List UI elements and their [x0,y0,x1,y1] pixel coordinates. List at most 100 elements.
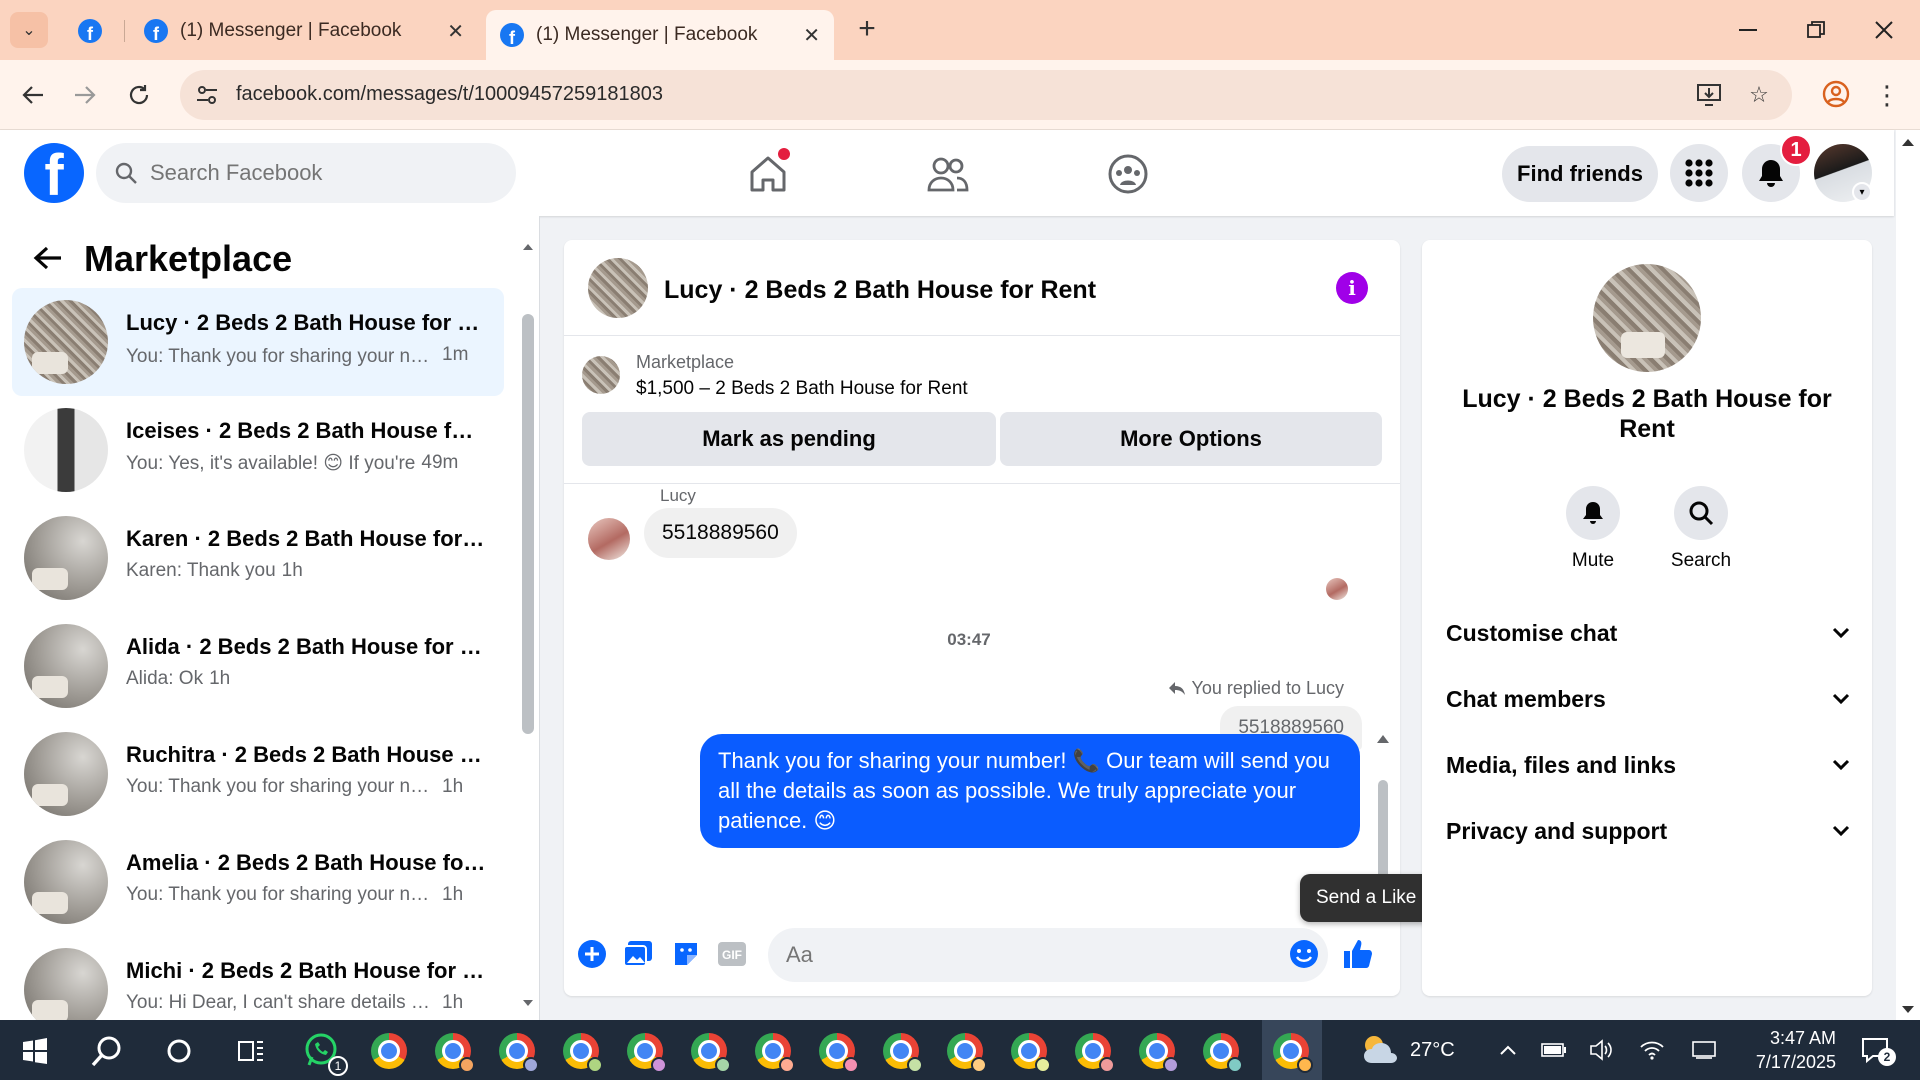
photo-icon[interactable] [620,936,656,972]
browser-menu-icon[interactable]: ⋮ [1870,76,1904,114]
volume-icon[interactable] [1586,1034,1618,1066]
back-arrow-icon[interactable] [14,76,52,114]
chrome-profile-icon[interactable] [1006,1028,1052,1074]
find-friends-button[interactable]: Find friends [1502,146,1658,202]
address-bar[interactable]: facebook.com/messages/t/1000945725918180… [180,70,1792,120]
mute-action[interactable]: Mute [1548,486,1638,572]
facebook-search-input[interactable] [150,160,510,186]
thumbs-up-like-icon[interactable] [1340,936,1376,972]
browser-tab-1[interactable]: f (1) Messenger | Facebook ✕ [130,10,478,52]
wifi-icon[interactable] [1636,1034,1668,1066]
customise-chat-row[interactable]: Customise chat [1446,608,1850,658]
tab-close-icon[interactable]: ✕ [447,19,464,44]
site-settings-icon[interactable] [194,82,220,108]
message-input[interactable] [768,928,1328,982]
chat-avatar[interactable] [588,258,648,318]
privacy-support-row[interactable]: Privacy and support [1446,806,1850,856]
incoming-message[interactable]: 5518889560 [644,508,797,558]
whatsapp-icon[interactable]: 1 [300,1028,348,1076]
sticker-icon[interactable] [668,936,704,972]
chrome-profile-icon[interactable] [494,1028,540,1074]
search-action[interactable]: Search [1656,486,1746,572]
chrome-profile-icon[interactable] [1198,1028,1244,1074]
more-options-button[interactable]: More Options [1000,412,1382,466]
search-icon[interactable] [1674,486,1728,540]
chrome-profile-icon[interactable] [1818,76,1854,112]
chat-scroll-up-arrow[interactable] [1376,732,1390,744]
friends-icon[interactable] [920,146,976,202]
chevron-down-icon [1832,627,1850,639]
conversation-item[interactable]: Iceises · 2 Beds 2 Bath House for Rent Y… [12,396,504,504]
conversation-preview: Karen: Thank you 1h [126,560,486,582]
emoji-icon[interactable] [1286,936,1322,972]
info-icon[interactable]: i [1336,272,1368,304]
minimize-icon[interactable] [1728,10,1768,50]
plus-circle-icon[interactable] [574,936,610,972]
reload-icon[interactable] [120,76,158,114]
gif-icon[interactable]: GIF [714,936,750,972]
chat-header: Lucy · 2 Beds 2 Bath House for Rent i [564,240,1400,336]
chrome-profile-icon[interactable] [558,1028,604,1074]
tab-search-chevron-icon[interactable]: ⌄ [10,12,48,48]
window-close-icon[interactable] [1864,10,1904,50]
cortana-icon[interactable] [156,1028,202,1074]
account-chevron-down-icon[interactable]: ▾ [1852,182,1872,202]
windows-start-icon[interactable] [12,1028,58,1074]
restore-icon[interactable] [1796,10,1836,50]
keyboard-icon[interactable] [1688,1034,1720,1066]
conversation-item[interactable]: Alida · 2 Beds 2 Bath House for Rent Ali… [12,612,504,720]
groups-icon[interactable] [1100,146,1156,202]
facebook-search[interactable] [96,143,516,203]
conversation-preview-text: Karen: Thank you [126,560,276,581]
task-view-icon[interactable] [228,1028,274,1074]
bookmark-star-icon[interactable]: ☆ [1744,80,1774,110]
install-app-icon[interactable] [1694,80,1724,110]
forward-arrow-icon[interactable] [66,76,104,114]
chrome-profile-icon[interactable] [878,1028,924,1074]
media-files-links-row[interactable]: Media, files and links [1446,740,1850,790]
address-url[interactable]: facebook.com/messages/t/1000945725918180… [236,83,663,106]
new-tab-button[interactable]: + [850,12,884,46]
search-icon[interactable] [84,1028,130,1074]
facebook-logo-icon[interactable]: f [24,143,84,203]
browser-tab-2-active[interactable]: f (1) Messenger | Facebook ✕ [486,10,834,60]
conversation-item[interactable]: Lucy · 2 Beds 2 Bath House for Rent You:… [12,288,504,396]
chrome-profile-icon[interactable] [622,1028,668,1074]
weather-widget[interactable]: 27°C [1360,1030,1455,1070]
action-center-icon[interactable]: 2 [1856,1032,1896,1068]
listing-thumbnail[interactable] [582,356,620,394]
battery-icon[interactable] [1538,1034,1570,1066]
listing-title[interactable]: $1,500 – 2 Beds 2 Bath House for Rent [636,378,968,400]
chrome-profile-icon[interactable] [750,1028,796,1074]
conversation-item[interactable]: Karen · 2 Beds 2 Bath House for Rent Kar… [12,504,504,612]
mark-as-pending-button[interactable]: Mark as pending [582,412,996,466]
menu-grid-icon[interactable] [1670,144,1728,202]
system-clock[interactable]: 3:47 AM 7/17/2025 [1726,1026,1836,1074]
chrome-profile-icon[interactable] [942,1028,988,1074]
chat-title[interactable]: Lucy · 2 Beds 2 Bath House for Rent [664,276,1096,305]
conversation-preview: You: Thank you for sharing your number! … [126,776,486,798]
page-scrollbar[interactable] [1896,130,1920,1020]
chrome-profile-icon[interactable] [1134,1028,1180,1074]
chrome-profile-icon[interactable] [1070,1028,1116,1074]
chat-members-row[interactable]: Chat members [1446,674,1850,724]
chrome-profile-icon[interactable] [1268,1028,1314,1074]
show-hidden-icons-chevron-icon[interactable] [1492,1034,1524,1066]
chrome-profile-icon[interactable] [814,1028,860,1074]
sender-avatar[interactable] [588,518,630,560]
tab-close-icon[interactable]: ✕ [803,23,820,48]
chrome-profile-icon[interactable] [686,1028,732,1074]
scrollbar-thumb[interactable] [522,314,534,734]
back-arrow-icon[interactable] [30,240,66,276]
chrome-profile-icon[interactable] [430,1028,476,1074]
conversation-item[interactable]: Ruchitra · 2 Beds 2 Bath House for Rent … [12,720,504,828]
chrome-icon[interactable] [366,1028,412,1074]
tab-title: (1) Messenger | Facebook [180,20,402,41]
pinned-tab-facebook[interactable]: f [66,14,114,48]
contact-avatar[interactable] [1593,264,1701,372]
conversation-item[interactable]: Amelia · 2 Beds 2 Bath House for Rent Yo… [12,828,504,936]
outgoing-message[interactable]: Thank you for sharing your number! 📞 Our… [700,734,1360,848]
conversation-name: Iceises · 2 Beds 2 Bath House for Rent [126,418,486,443]
conversation-item[interactable]: Michi · 2 Beds 2 Bath House for Rent You… [12,936,504,1020]
bell-icon[interactable] [1566,486,1620,540]
